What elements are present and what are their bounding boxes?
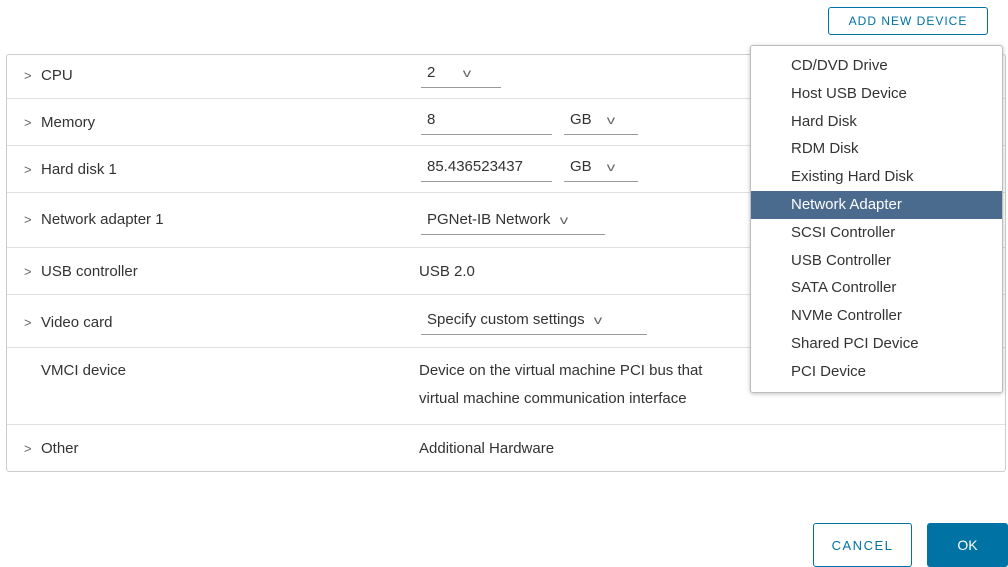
network-value: PGNet-IB Network (427, 211, 551, 228)
vmci-description-line2: virtual machine communication interface (419, 390, 687, 407)
cancel-button[interactable]: CANCEL (813, 523, 912, 567)
vmci-device-label: VMCI device (41, 362, 127, 379)
other-label: Other (41, 440, 79, 457)
chevron-right-icon[interactable]: > (24, 162, 32, 177)
menu-item-host-usb-device[interactable]: Host USB Device (751, 80, 1002, 108)
cpu-select[interactable]: 2 v (421, 64, 501, 88)
menu-item-network-adapter[interactable]: Network Adapter (751, 190, 1002, 219)
hard-disk-size-input[interactable]: 85.436523437 (421, 158, 552, 182)
network-select[interactable]: PGNet-IB Network v (421, 211, 605, 235)
memory-input[interactable]: 8 (421, 111, 552, 135)
usb-controller-value: USB 2.0 (419, 263, 475, 280)
row-other[interactable]: > Other Additional Hardware (7, 425, 1005, 471)
memory-unit-select[interactable]: GB v (564, 111, 638, 135)
ok-button[interactable]: OK (927, 523, 1008, 567)
add-device-menu: CD/DVD Drive Host USB Device Hard Disk R… (750, 45, 1003, 393)
menu-item-hard-disk[interactable]: Hard Disk (751, 108, 1002, 136)
network-adapter-label: Network adapter 1 (41, 211, 164, 228)
menu-item-scsi-controller[interactable]: SCSI Controller (751, 219, 1002, 247)
video-card-label: Video card (41, 314, 113, 331)
memory-unit: GB (570, 111, 592, 128)
menu-item-sata-controller[interactable]: SATA Controller (751, 274, 1002, 302)
cpu-value: 2 (427, 64, 436, 81)
chevron-down-icon: v (593, 313, 602, 327)
menu-item-usb-controller[interactable]: USB Controller (751, 247, 1002, 275)
video-card-value: Specify custom settings (427, 311, 585, 328)
hard-disk-unit: GB (570, 158, 592, 175)
memory-value: 8 (427, 111, 436, 128)
chevron-down-icon: v (606, 113, 616, 127)
vmci-description-line1: Device on the virtual machine PCI bus th… (419, 362, 703, 379)
chevron-right-icon[interactable]: > (24, 212, 32, 227)
menu-item-existing-hard-disk[interactable]: Existing Hard Disk (751, 163, 1002, 191)
chevron-right-icon[interactable]: > (24, 68, 32, 83)
cpu-label: CPU (41, 67, 73, 84)
chevron-right-icon[interactable]: > (24, 315, 32, 330)
menu-item-cd-dvd-drive[interactable]: CD/DVD Drive (751, 52, 1002, 80)
menu-item-rdm-disk[interactable]: RDM Disk (751, 135, 1002, 163)
hard-disk-value: 85.436523437 (427, 158, 523, 175)
menu-item-nvme-controller[interactable]: NVMe Controller (751, 302, 1002, 330)
chevron-right-icon[interactable]: > (24, 115, 32, 130)
chevron-right-icon[interactable]: > (24, 441, 32, 456)
chevron-down-icon: v (462, 66, 471, 80)
menu-item-shared-pci-device[interactable]: Shared PCI Device (751, 330, 1002, 358)
menu-item-pci-device[interactable]: PCI Device (751, 358, 1002, 386)
memory-label: Memory (41, 114, 96, 131)
chevron-right-icon[interactable]: > (24, 264, 32, 279)
other-value: Additional Hardware (419, 440, 555, 457)
hard-disk-label: Hard disk 1 (41, 161, 117, 178)
chevron-down-icon: v (606, 160, 616, 174)
hard-disk-unit-select[interactable]: GB v (564, 158, 638, 182)
video-card-select[interactable]: Specify custom settings v (421, 311, 647, 335)
usb-controller-label: USB controller (41, 263, 138, 280)
add-new-device-button[interactable]: ADD NEW DEVICE (828, 7, 988, 35)
chevron-down-icon: v (559, 213, 568, 227)
